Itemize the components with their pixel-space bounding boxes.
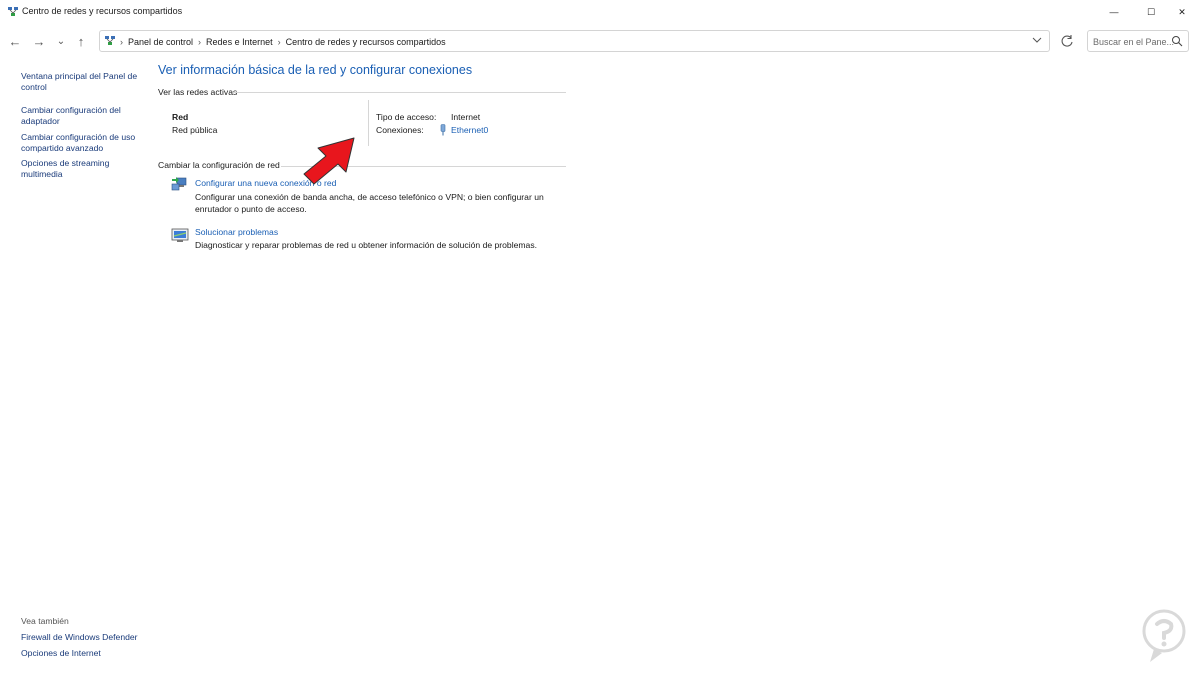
search-placeholder: Buscar en el Pane... xyxy=(1093,37,1175,47)
control-panel-icon xyxy=(105,36,115,45)
back-arrow-icon: ← xyxy=(8,33,22,49)
breadcrumb-control-panel[interactable]: Panel de control xyxy=(128,37,193,47)
watermark-logo xyxy=(1142,609,1186,662)
search-icon[interactable] xyxy=(1171,35,1183,47)
sidebar-link-adapter-settings[interactable]: Cambiar configuración del adaptador xyxy=(21,105,141,127)
troubleshoot-icon xyxy=(171,228,189,242)
forward-button[interactable]: → xyxy=(30,32,48,50)
window-title: Centro de redes y recursos compartidos xyxy=(22,6,183,16)
minimize-button[interactable]: — xyxy=(1096,0,1132,24)
sidebar-link-control-panel-home[interactable]: Ventana principal del Panel de control xyxy=(21,71,141,93)
sidebar-link-media-streaming[interactable]: Opciones de streaming multimedia xyxy=(21,158,141,180)
network-type: Red pública xyxy=(172,125,218,135)
breadcrumb-separator: › xyxy=(120,37,123,47)
red-arrow-annotation xyxy=(303,137,355,185)
address-dropdown-icon[interactable] xyxy=(1030,33,1044,47)
page-title: Ver información básica de la red y confi… xyxy=(158,63,473,77)
access-type-label: Tipo de acceso: xyxy=(376,112,437,122)
troubleshoot-link[interactable]: Solucionar problemas xyxy=(195,227,278,237)
breadcrumb-network-center[interactable]: Centro de redes y recursos compartidos xyxy=(286,37,446,47)
access-type-value: Internet xyxy=(451,112,481,122)
see-also-label: Vea también xyxy=(21,616,69,626)
troubleshoot-description: Diagnosticar y reparar problemas de red … xyxy=(195,240,538,250)
maximize-icon: ☐ xyxy=(1146,6,1156,17)
sidebar-link-advanced-sharing[interactable]: Cambiar configuración de uso compartido … xyxy=(21,132,141,154)
up-button[interactable]: ↑ xyxy=(72,32,90,50)
up-arrow-icon: ↑ xyxy=(77,33,85,49)
ethernet-icon xyxy=(440,124,446,136)
breadcrumb-network-internet[interactable]: Redes e Internet xyxy=(206,37,273,47)
refresh-icon[interactable] xyxy=(1056,30,1078,52)
connections-label: Conexiones: xyxy=(376,125,424,135)
network-setup-icon xyxy=(171,177,187,191)
change-settings-label: Cambiar la configuración de red xyxy=(158,160,280,170)
recent-locations-button[interactable]: ⌄ xyxy=(52,32,70,50)
close-button[interactable]: ✕ xyxy=(1164,0,1200,24)
forward-arrow-icon: → xyxy=(32,33,46,49)
active-networks-label: Ver las redes activas xyxy=(158,87,238,97)
close-icon: ✕ xyxy=(1178,6,1186,17)
chevron-down-icon: ⌄ xyxy=(56,35,66,47)
vertical-divider xyxy=(368,100,369,146)
back-button[interactable]: ← xyxy=(6,32,24,50)
section-divider xyxy=(233,92,566,93)
sidebar-link-internet-options[interactable]: Opciones de Internet xyxy=(21,648,171,659)
ethernet-connection-link[interactable]: Ethernet0 xyxy=(451,125,488,135)
network-name: Red xyxy=(172,112,189,122)
sidebar-link-firewall[interactable]: Firewall de Windows Defender xyxy=(21,632,171,643)
setup-new-connection-description: Configurar una conexión de banda ancha, … xyxy=(195,192,544,214)
minimize-icon: — xyxy=(1109,7,1119,17)
breadcrumb-separator: › xyxy=(198,37,202,47)
breadcrumb: › Panel de control › Redes e Internet › Centr… xyxy=(120,37,446,47)
breadcrumb-separator: › xyxy=(277,37,281,47)
network-center-app-icon xyxy=(8,7,18,16)
